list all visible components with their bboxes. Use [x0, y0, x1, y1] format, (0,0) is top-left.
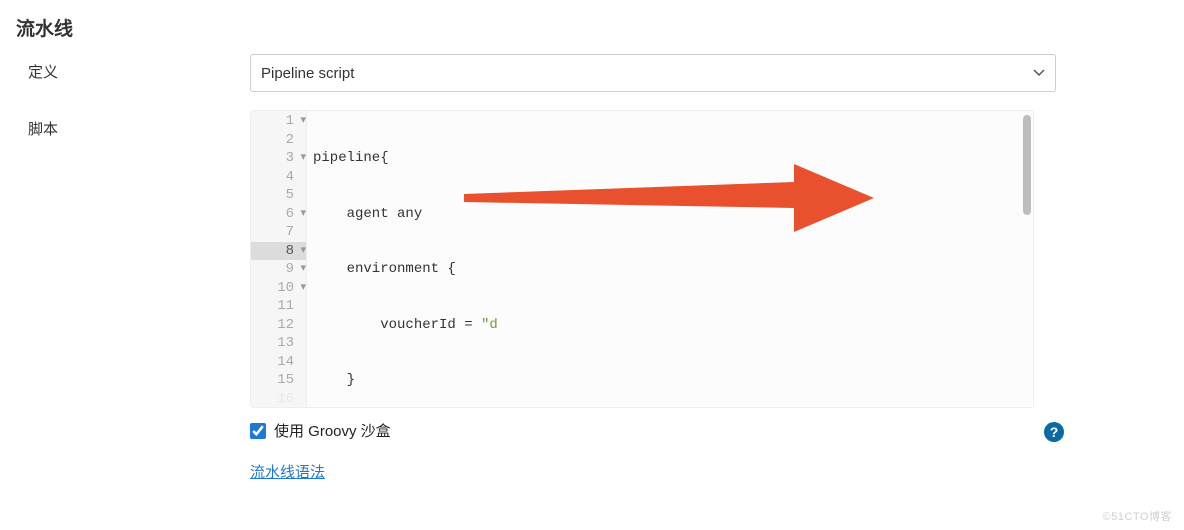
script-row: 脚本 1 2 3 4 5 6 7 8 9 10 11 12 13 14 15 1… [0, 98, 1184, 488]
definition-row: 定义 Pipeline script [0, 41, 1184, 98]
help-icon[interactable]: ? [1044, 422, 1064, 442]
gutter-line: 2 [251, 131, 306, 150]
watermark: ©51CTO博客 [1103, 508, 1172, 524]
gutter-line: 14 [251, 353, 306, 372]
definition-select[interactable]: Pipeline script [250, 54, 1056, 92]
groovy-sandbox-label: 使用 Groovy 沙盒 [274, 420, 391, 441]
gutter-line: 13 [251, 334, 306, 353]
gutter-line: 6 [251, 205, 306, 224]
gutter-line: 15 [251, 371, 306, 390]
editor-code[interactable]: pipeline{ agent any environment { vouche… [307, 111, 1023, 407]
section-title: 流水线 [0, 0, 1184, 41]
gutter-line: 16 [251, 390, 306, 409]
script-label: 脚本 [0, 104, 250, 139]
groovy-sandbox-checkbox[interactable] [250, 423, 266, 439]
code-editor[interactable]: 1 2 3 4 5 6 7 8 9 10 11 12 13 14 15 16 p… [250, 110, 1034, 408]
gutter-line: 4 [251, 168, 306, 187]
gutter-line: 11 [251, 297, 306, 316]
gutter-line: 1 [251, 112, 306, 131]
gutter-line: 5 [251, 186, 306, 205]
gutter-line: 10 [251, 279, 306, 298]
sandbox-row: 使用 Groovy 沙盒 ? [250, 420, 1034, 441]
pipeline-syntax-link[interactable]: 流水线语法 [250, 461, 325, 482]
gutter-line: 7 [251, 223, 306, 242]
editor-gutter: 1 2 3 4 5 6 7 8 9 10 11 12 13 14 15 16 [251, 111, 307, 407]
editor-scrollbar[interactable] [1023, 115, 1031, 215]
gutter-line: 12 [251, 316, 306, 335]
gutter-line: 3 [251, 149, 306, 168]
gutter-line: 8 [251, 242, 306, 261]
definition-label: 定义 [0, 47, 250, 82]
gutter-line: 9 [251, 260, 306, 279]
